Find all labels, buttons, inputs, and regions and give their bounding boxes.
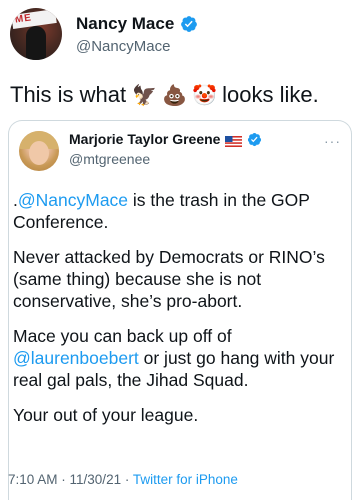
quoted-author-display-name[interactable]: Marjorie Taylor Greene: [69, 131, 220, 147]
author-avatar[interactable]: ME: [10, 8, 62, 60]
tweet-text: This is what 🦅 💩 🤡 looks like.: [10, 82, 319, 108]
mention-laurenboebert-link[interactable]: @laurenboebert: [13, 348, 139, 368]
tweet-meta: 7:10 AM · 11/30/21 · Twitter for iPhone: [8, 472, 238, 487]
more-options-icon[interactable]: ···: [324, 133, 341, 149]
tweet-time[interactable]: 7:10 AM: [8, 472, 58, 487]
paragraph-text: Mace you can back up off of: [13, 326, 232, 346]
author-name-row: Nancy Mace: [76, 14, 198, 34]
quoted-paragraph-1: .@NancyMace is the trash in the GOP Conf…: [13, 189, 347, 233]
tweet-text-after: looks like.: [222, 82, 319, 107]
avatar-figure: [26, 26, 46, 60]
quoted-paragraph-4: Your out of your league.: [13, 405, 199, 425]
quoted-tweet-body: .@NancyMace is the trash in the GOP Conf…: [13, 189, 347, 439]
quoted-tweet-card[interactable]: Marjorie Taylor Greene @mtgreenee ··· .@…: [8, 120, 352, 500]
us-flag-icon: [225, 134, 243, 147]
avatar-face: [29, 141, 49, 165]
verified-badge-icon: [180, 15, 198, 33]
verified-badge-icon: [247, 132, 262, 147]
poop-emoji: 💩: [162, 84, 188, 107]
tweet-date[interactable]: 11/30/21: [70, 472, 122, 487]
mention-nancymace-link[interactable]: @NancyMace: [18, 190, 128, 210]
quoted-author-name-row: Marjorie Taylor Greene: [69, 131, 262, 147]
tweet-source-link[interactable]: Twitter for iPhone: [133, 472, 238, 487]
author-display-name[interactable]: Nancy Mace: [76, 14, 174, 34]
author-handle[interactable]: @NancyMace: [76, 38, 170, 55]
quoted-paragraph-3: Mace you can back up off of @laurenboebe…: [13, 325, 347, 391]
clown-emoji: 🤡: [192, 84, 218, 107]
eagle-emoji: 🦅: [132, 84, 158, 107]
meta-separator: ·: [57, 472, 70, 487]
quoted-paragraph-2: Never attacked by Democrats or RINO’s (s…: [13, 247, 325, 311]
tweet-text-before: This is what: [10, 82, 127, 107]
quoted-author-handle[interactable]: @mtgreenee: [69, 151, 150, 167]
tweet-header: ME Nancy Mace @NancyMace: [10, 8, 350, 64]
quoted-author-avatar[interactable]: [19, 131, 59, 171]
meta-separator: ·: [121, 472, 133, 487]
